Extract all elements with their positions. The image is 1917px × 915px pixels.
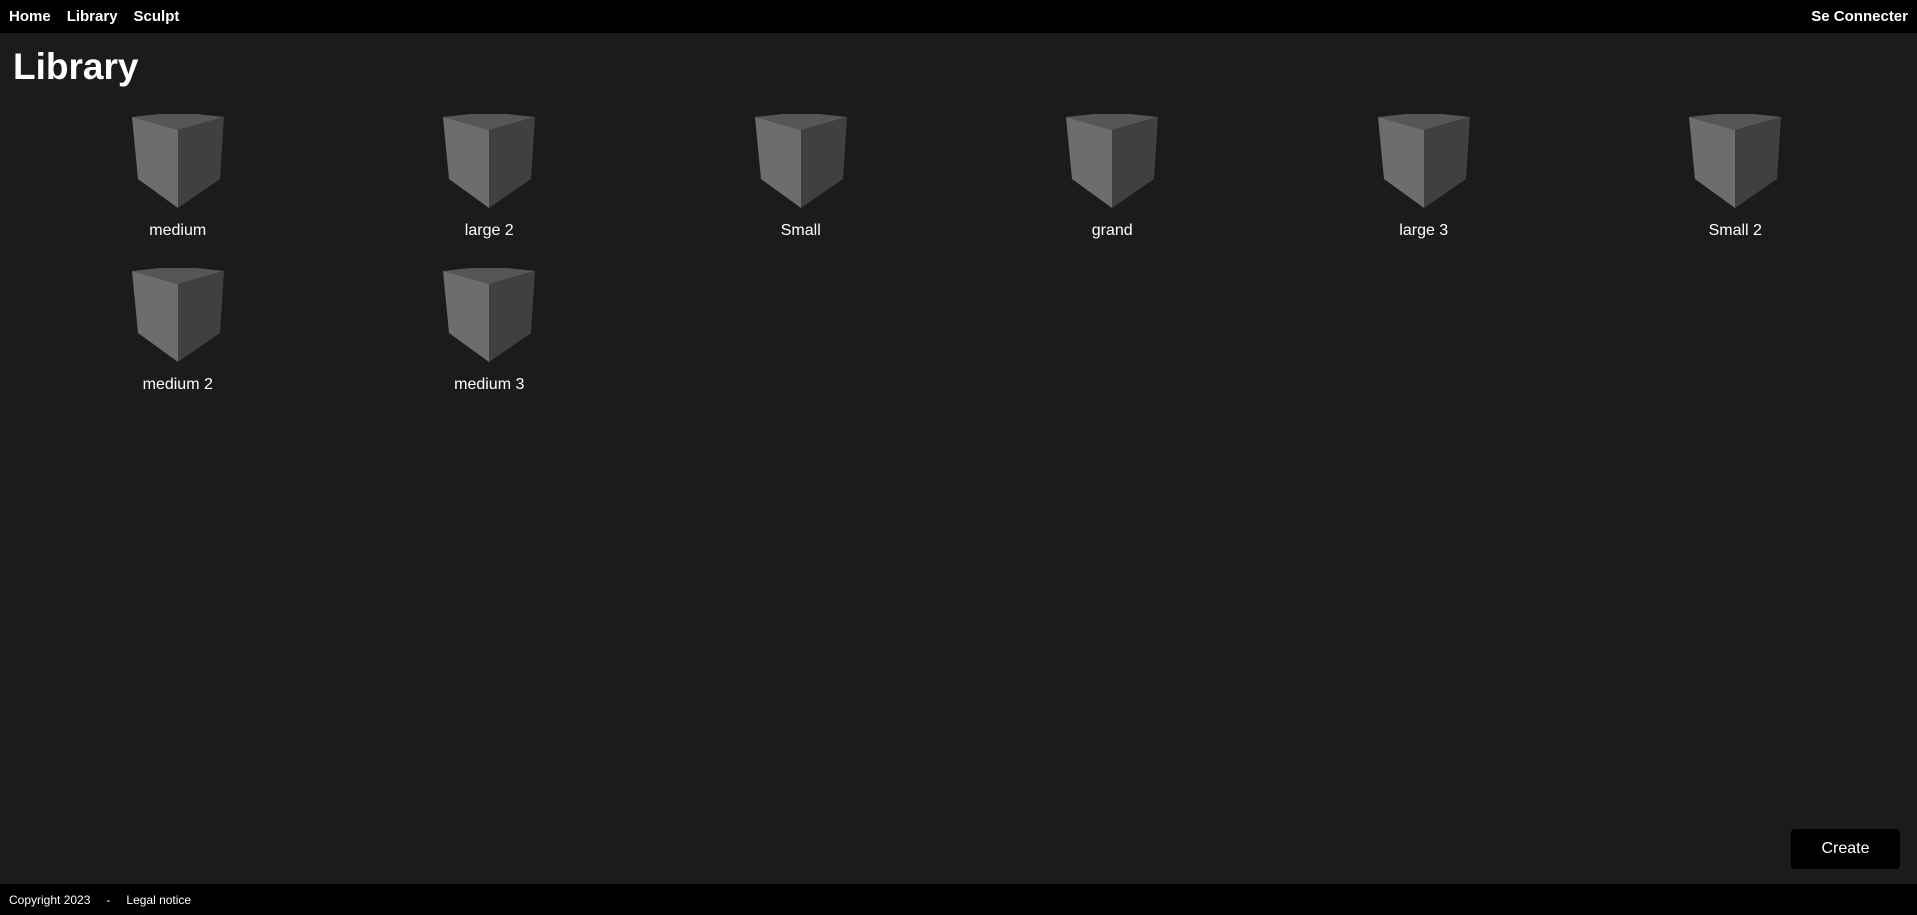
model-name: Small 2 [1708,222,1762,239]
nav-home-link[interactable]: Home [9,8,51,25]
cube-icon [443,268,536,362]
nav-sculpt-link[interactable]: Sculpt [134,8,180,25]
model-tile[interactable]: grand [957,114,1269,244]
create-button[interactable]: Create [1791,829,1900,869]
page-title: Library [13,46,139,87]
top-navbar: Home Library Sculpt Se Connecter [0,0,1917,33]
model-name: medium 3 [454,376,525,393]
model-name: grand [1091,222,1133,239]
copyright-text: Copyright 2023 [9,892,91,907]
legal-notice-link[interactable]: Legal notice [126,893,191,907]
model-name: large 2 [464,222,514,239]
cube-icon [754,114,847,208]
login-link[interactable]: Se Connecter [1811,8,1908,25]
cube-icon [443,114,536,208]
model-tile[interactable]: large 3 [1268,114,1580,244]
model-name: medium 2 [142,376,213,393]
model-name: large 3 [1399,222,1449,239]
cube-icon [1066,114,1159,208]
model-name: medium [149,222,207,239]
model-grid: medium large 2 Small grand large 3 Small… [0,114,1917,398]
model-tile[interactable]: medium 3 [334,268,646,398]
nav-library-link[interactable]: Library [67,8,118,25]
cube-icon [131,114,224,208]
footer: Copyright 2023 - Legal notice [0,884,1917,915]
model-tile[interactable]: Small [645,114,957,244]
cube-icon [1377,114,1470,208]
model-tile[interactable]: medium 2 [22,268,334,398]
model-name: Small [780,222,821,239]
model-tile[interactable]: Small 2 [1580,114,1892,244]
model-tile[interactable]: large 2 [334,114,646,244]
model-tile[interactable]: medium [22,114,334,244]
main-nav: Home Library Sculpt [9,8,179,25]
cube-icon [131,268,224,362]
footer-separator: - [106,892,111,907]
cube-icon [1689,114,1782,208]
